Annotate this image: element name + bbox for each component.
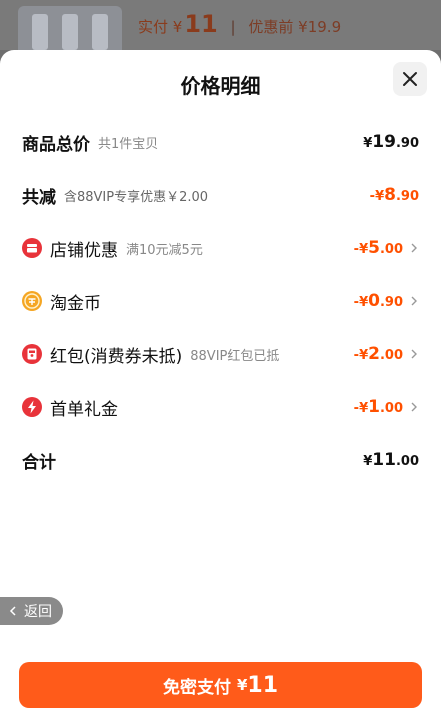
total-reduce-amount: -¥8.90 (369, 185, 419, 205)
row-red-packet[interactable]: 红包(消费券未抵) 88VIP红包已抵 -¥2.00 (22, 339, 419, 369)
paid-label: 实付 (138, 18, 169, 36)
sum-label: 合计 (22, 452, 56, 473)
row-total-reduce: 共减 含88VIP专享优惠￥2.00 -¥8.90 (22, 180, 419, 210)
lightning-icon (22, 397, 42, 417)
paid-value: 11 (184, 10, 218, 38)
total-reduce-label: 共减 (22, 187, 56, 208)
red-packet-note: 88VIP红包已抵 (190, 348, 280, 364)
product-thumbnail (18, 6, 122, 50)
red-packet-icon (22, 344, 42, 364)
row-goods-total: 商品总价 共1件宝贝 ¥19.90 (22, 127, 419, 157)
row-first-order-gift[interactable]: 首单礼金 -¥1.00 (22, 392, 419, 422)
chevron-right-icon (411, 296, 417, 306)
chevron-right-icon (411, 243, 417, 253)
row-taojinbi[interactable]: 淘金币 -¥0.90 (22, 286, 419, 316)
chevron-right-icon (411, 402, 417, 412)
back-label: 返回 (24, 604, 52, 620)
red-packet-label: 红包(消费券未抵) (50, 346, 183, 367)
total-reduce-note: 含88VIP专享优惠￥2.00 (64, 189, 209, 205)
row-shop-discount[interactable]: 店铺优惠 满10元减5元 -¥5.00 (22, 233, 419, 263)
coin-icon (22, 291, 42, 311)
top-price: 实付 ¥11 | 优惠前 ¥19.9 (138, 10, 342, 38)
pay-label: 免密支付 (162, 677, 231, 698)
back-button[interactable]: 返回 (0, 597, 63, 625)
shop-discount-note: 满10元减5元 (126, 242, 203, 258)
pre-discount-value: ¥19.9 (298, 18, 342, 36)
pay-button[interactable]: 免密支付 ¥11 (19, 662, 422, 708)
close-icon (403, 72, 417, 86)
close-button[interactable] (393, 62, 427, 96)
shop-discount-label: 店铺优惠 (50, 240, 118, 261)
row-sum: 合计 ¥11.00 (22, 445, 419, 475)
price-detail-sheet: 价格明细 商品总价 共1件宝贝 ¥19.90 共减 含88VIP专享优惠￥2.0… (0, 50, 441, 720)
paid-currency: ¥ (172, 18, 183, 36)
first-order-gift-amount: -¥1.00 (353, 397, 403, 417)
goods-total-amount: ¥19.90 (363, 132, 419, 152)
taojinbi-label: 淘金币 (50, 293, 101, 314)
pay-currency: ¥ (236, 676, 248, 694)
sum-amount: ¥11.00 (363, 450, 419, 470)
pre-discount-label: 优惠前 (248, 18, 294, 36)
taojinbi-amount: -¥0.90 (353, 291, 403, 311)
goods-total-note: 共1件宝贝 (98, 136, 159, 152)
first-order-gift-label: 首单礼金 (50, 399, 118, 420)
pay-value: 11 (247, 672, 279, 698)
shop-icon (22, 238, 42, 258)
shop-discount-amount: -¥5.00 (353, 238, 403, 258)
goods-total-label: 商品总价 (22, 134, 90, 155)
sheet-title: 价格明细 (180, 74, 261, 98)
product-strip: 实付 ¥11 | 优惠前 ¥19.9 (0, 0, 441, 50)
chevron-right-icon (411, 349, 417, 359)
red-packet-amount: -¥2.00 (353, 344, 403, 364)
chevron-left-icon (9, 606, 16, 616)
